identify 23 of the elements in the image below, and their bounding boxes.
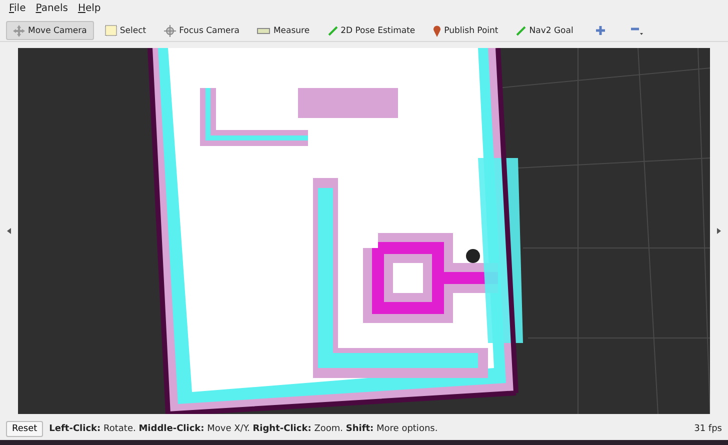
minus-icon[interactable]	[631, 26, 644, 35]
mouse-hint-text: Left-Click: Rotate. Middle-Click: Move X/Y. Right-Click: Zoom. Shift: More options.	[49, 424, 439, 434]
collapse-left-icon[interactable]	[7, 228, 11, 234]
tool-button[interactable]: Select	[98, 21, 154, 40]
select-icon	[104, 25, 117, 36]
tool-button[interactable]: Move Camera	[6, 21, 94, 40]
tool-button[interactable]: Publish Point	[426, 21, 506, 40]
tool-button[interactable]: Measure	[250, 21, 317, 40]
ruler-icon	[257, 28, 270, 34]
map-viewport[interactable]	[18, 48, 710, 414]
crosshair-icon	[164, 24, 176, 36]
fps-counter: 31 fps	[694, 424, 722, 434]
menu-item[interactable]: Panels	[34, 3, 69, 17]
move-icon	[13, 24, 25, 36]
tool-button[interactable]: Nav2 Goal	[509, 21, 580, 40]
menu-item[interactable]: File	[8, 3, 27, 17]
reset-button[interactable]: Reset	[6, 421, 44, 437]
tool-button[interactable]: Focus Camera	[157, 21, 246, 40]
pin-icon	[433, 24, 442, 36]
tool-button[interactable]: 2D Pose Estimate	[320, 21, 422, 40]
plus-icon[interactable]	[596, 26, 606, 35]
menu-item[interactable]: Help	[76, 3, 102, 17]
collapse-right-icon[interactable]	[717, 228, 721, 234]
